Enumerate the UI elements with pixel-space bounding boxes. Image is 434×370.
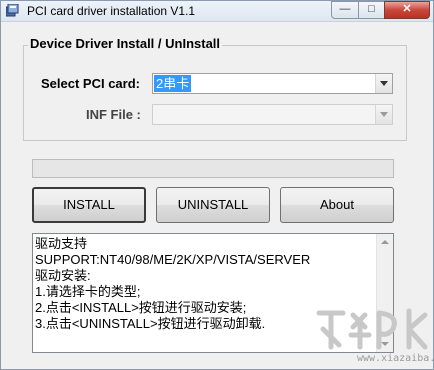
chevron-down-icon[interactable]	[375, 74, 392, 93]
chevron-down-icon[interactable]	[375, 105, 392, 124]
title-bar[interactable]: PCI card driver installation V1.1 — □ ✕	[1, 1, 433, 22]
window-title: PCI card driver installation V1.1	[27, 4, 196, 18]
install-progress-bar	[32, 159, 394, 178]
inf-file-label: INF File :	[86, 107, 141, 122]
pci-card-selected-value: 2串卡	[154, 75, 192, 92]
group-title: Device Driver Install / UnInstall	[28, 36, 223, 51]
scroll-up-arrow-icon[interactable]	[377, 234, 393, 251]
close-button[interactable]: ✕	[384, 1, 430, 19]
inf-file-select[interactable]	[152, 104, 393, 125]
minimize-button[interactable]: —	[331, 1, 359, 19]
app-icon	[6, 4, 19, 17]
about-button[interactable]: About	[280, 187, 394, 223]
install-button[interactable]: INSTALL	[32, 187, 146, 223]
installer-window: PCI card driver installation V1.1 — □ ✕ …	[0, 0, 434, 370]
pci-card-select[interactable]: 2串卡	[152, 73, 393, 94]
info-line: SUPPORT:NT40/98/ME/2K/XP/VISTA/SERVER	[35, 252, 311, 267]
uninstall-button[interactable]: UNINSTALL	[156, 187, 270, 223]
info-line: 1.请选择卡的类型;	[35, 284, 141, 299]
info-line: 驱动安装:	[35, 268, 91, 283]
info-line: 驱动支持	[35, 236, 88, 251]
select-pci-card-label: Select PCI card:	[41, 76, 140, 91]
watermark-logo: www.xiazaiba.com	[313, 307, 434, 367]
watermark-url: www.xiazaiba.com	[357, 353, 434, 364]
watermark-graphic	[316, 308, 428, 350]
maximize-button[interactable]: □	[358, 1, 385, 19]
